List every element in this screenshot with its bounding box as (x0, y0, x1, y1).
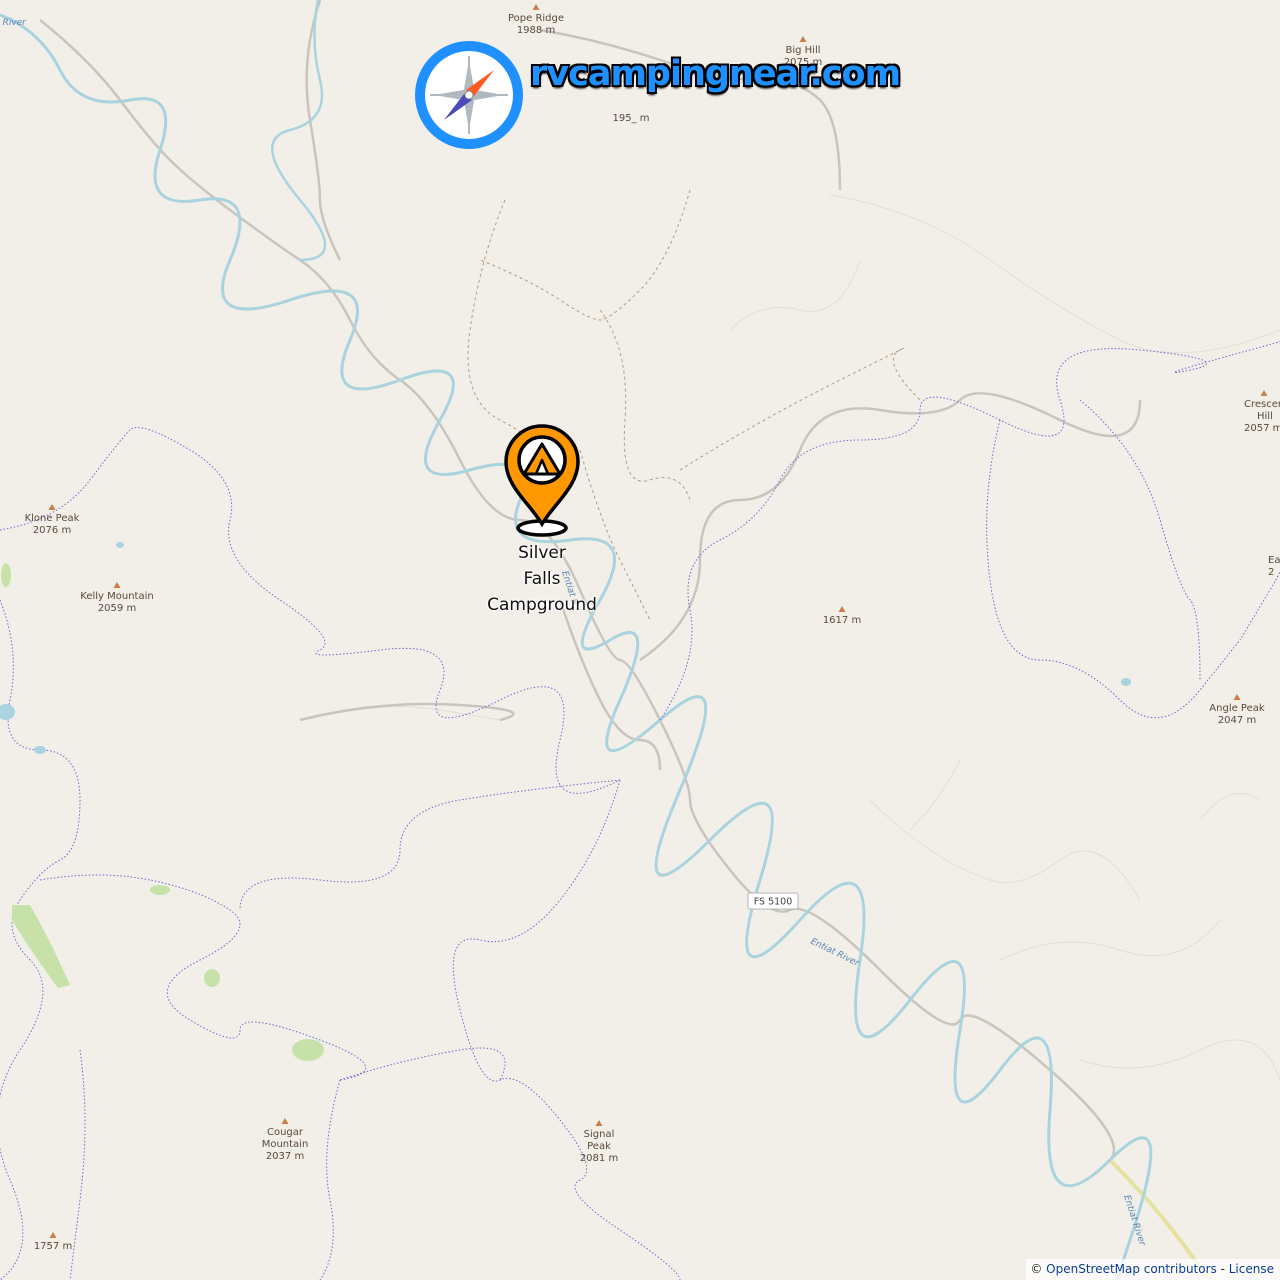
peak-name: Pope Ridge (508, 13, 564, 24)
peak-pope-ridge: Pope Ridge1988 m (508, 4, 564, 36)
campground-label[interactable]: Silver Falls Campground (462, 540, 622, 618)
peak-name: Klone Peak (25, 513, 80, 524)
peak-triangle-icon (1260, 390, 1268, 396)
attribution-separator: - (1216, 1262, 1229, 1276)
peak-elevation: 2076 m (33, 525, 71, 536)
peak-klone-peak: Klone Peak2076 m (25, 504, 80, 536)
map-attribution: © OpenStreetMap contributors - License (1026, 1259, 1280, 1280)
campground-label-line: Falls (523, 569, 561, 589)
campground-label-line: Campground (487, 595, 597, 615)
license-link[interactable]: License (1229, 1262, 1274, 1276)
peak-name: Signal (584, 1129, 615, 1140)
peak-triangle-icon (281, 1118, 289, 1124)
peak-east: Eas2 (1268, 555, 1280, 578)
river-label: r River (0, 18, 27, 28)
peak-triangle-icon (113, 582, 121, 588)
peak-kelly-mountain: Kelly Mountain2059 m (80, 582, 154, 614)
road-shield-label: FS 5100 (754, 897, 793, 908)
peak-elevation: 2081 m (580, 1153, 618, 1164)
peak-triangle-icon (838, 606, 846, 612)
tent-pin-icon (504, 424, 580, 537)
peak-triangle-icon (595, 1120, 603, 1126)
peak-triangle-icon (48, 504, 56, 510)
peak-cougar-mountain: CougarMountain2037 m (262, 1118, 309, 1162)
peak-angle-peak: Angle Peak2047 m (1209, 694, 1265, 726)
peak-elevation: 2037 m (266, 1151, 304, 1162)
peak-name: Angle Peak (1209, 703, 1265, 714)
peak-elevation: 1988 m (517, 25, 555, 36)
peak-unnamed-1757: 1757 m (34, 1232, 72, 1252)
peak-triangle-icon (49, 1232, 57, 1238)
peak-name: Peak (587, 1141, 611, 1152)
river-labels: Entiat River Entiat R Entiat River r Riv… (0, 18, 1147, 1248)
peak-name: Mountain (262, 1139, 309, 1150)
peak-markers: Pope Ridge1988 mBig Hill2075 m195_ mKlon… (25, 4, 1280, 1252)
copyright-symbol: © (1030, 1262, 1043, 1276)
peak-elevation: 2047 m (1218, 715, 1256, 726)
peak-name: Eas (1268, 555, 1280, 566)
peak-name: Hill (1257, 411, 1273, 422)
boundary-lines (0, 329, 1280, 1280)
terrain-lines (299, 194, 1280, 1081)
peak-unnamed-1617: 1617 m (823, 606, 861, 626)
campground-label-line: Silver (518, 543, 566, 563)
peak-elevation: 2059 m (98, 603, 136, 614)
river-label: Entiat River (1121, 1194, 1147, 1248)
peak-triangle-icon (532, 4, 540, 10)
road-shield: FS 5100 (747, 892, 799, 910)
brand-logo[interactable]: rvcampingnear.com (414, 40, 901, 152)
peak-elevation: 1617 m (823, 615, 861, 626)
peak-elevation: 2 (1268, 567, 1274, 578)
peak-triangle-icon (1233, 694, 1241, 700)
campground-marker[interactable] (500, 422, 584, 540)
compass-icon (415, 41, 523, 149)
peak-name: Crescen (1244, 399, 1280, 410)
logo-text: rvcampingnear.com (530, 54, 901, 94)
peak-name: Cougar (267, 1127, 304, 1138)
osm-contributors-link[interactable]: OpenStreetMap contributors (1046, 1262, 1217, 1276)
peak-elevation: 1757 m (34, 1241, 72, 1252)
peak-signal-peak: SignalPeak2081 m (580, 1120, 618, 1164)
peak-name: Kelly Mountain (80, 591, 153, 602)
peak-elevation: 2057 m (1244, 423, 1280, 434)
map-canvas[interactable]: Pope Ridge 1988 m Big Hill 2075 m 195_ m Klon… (0, 0, 1280, 1280)
terrain-layer: Pope Ridge1988 mBig Hill2075 m195_ mKlon… (0, 0, 1280, 1280)
peak-crescent-hill: CrescenHill2057 m (1244, 390, 1280, 434)
river-label: Entiat River (809, 937, 862, 970)
